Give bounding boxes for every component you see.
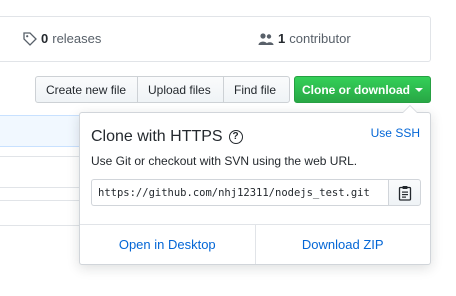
releases-count: 0 [41,31,49,46]
numbers-summary: 0 releases 1 contributor [0,16,431,62]
caret-down-icon [415,88,423,92]
tag-icon [23,31,37,46]
clone-title: Clone with HTTPS ? [91,128,243,146]
file-row [0,200,90,226]
use-ssh-link[interactable]: Use SSH [371,126,420,140]
releases-label: releases [52,31,102,46]
file-row [0,156,90,188]
help-icon[interactable]: ? [228,130,243,144]
contributors-link[interactable]: 1 contributor [258,31,351,46]
releases-link[interactable]: 0 releases [23,31,101,46]
clone-or-download-button[interactable]: Clone or download [294,76,431,103]
file-actions: Create new file Upload files Find file [35,76,290,103]
create-new-file-button[interactable]: Create new file [35,76,138,103]
clone-title-text: Clone with HTTPS [91,128,223,145]
contributors-count: 1 [278,31,286,46]
people-icon [258,32,274,45]
contributors-label: contributor [289,31,351,46]
clone-dropdown: Clone with HTTPS ? Use SSH Use Git or ch… [79,105,431,265]
download-zip-button[interactable]: Download ZIP [254,225,431,264]
clone-description: Use Git or checkout with SVN using the w… [91,154,358,168]
clone-or-download-label: Clone or download [302,82,410,97]
clone-url-input[interactable] [91,179,388,206]
clone-url-group [91,179,421,206]
clipboard-icon [398,185,411,201]
open-in-desktop-button[interactable]: Open in Desktop [80,225,255,264]
find-file-button[interactable]: Find file [223,76,290,103]
copy-url-button[interactable] [388,179,421,206]
clone-footer: Open in Desktop Download ZIP [80,224,430,264]
upload-files-button[interactable]: Upload files [137,76,224,103]
commit-tease-row [0,115,90,147]
